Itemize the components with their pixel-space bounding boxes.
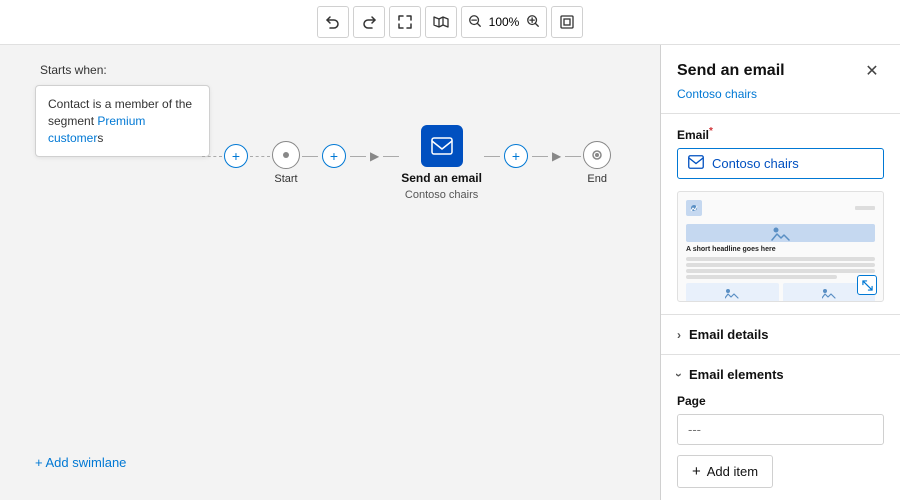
email-node-label: Send an email	[401, 171, 482, 185]
solid-connector-6	[565, 156, 581, 157]
preview-text-lines	[686, 257, 875, 279]
email-details-section: › Email details	[661, 314, 900, 354]
right-panel: Send an email ✕ Contoso chairs Email* Co…	[660, 45, 900, 500]
close-button[interactable]: ✕	[860, 59, 884, 83]
email-elements-label: Email elements	[689, 367, 784, 382]
email-elements-header[interactable]: › Email elements	[661, 355, 900, 394]
arrow-right-2: ▶	[552, 149, 561, 163]
redo-button[interactable]	[353, 6, 385, 38]
map-button[interactable]	[425, 6, 457, 38]
panel-title: Send an email	[677, 62, 785, 80]
trigger-text-2: s	[97, 131, 103, 145]
expand-button[interactable]	[389, 6, 421, 38]
end-label: End	[587, 173, 607, 185]
email-preview[interactable]: A short headline goes here	[677, 191, 884, 302]
preview-header	[686, 200, 875, 220]
mail-icon	[688, 155, 704, 172]
email-node[interactable]: Send an email Contoso chairs	[401, 125, 482, 201]
close-icon: ✕	[865, 61, 878, 81]
panel-header: Send an email ✕	[661, 45, 900, 87]
end-circle	[583, 141, 611, 169]
preview-hero	[686, 224, 875, 242]
email-details-chevron: ›	[677, 328, 681, 342]
email-elements-chevron: ›	[672, 373, 686, 377]
add-swimlane-label: + Add swimlane	[35, 455, 126, 470]
email-section: Email* Contoso chairs	[661, 114, 900, 191]
add-item-plus-icon: +	[692, 463, 701, 480]
fit-button[interactable]	[551, 6, 583, 38]
email-details-header[interactable]: › Email details	[661, 315, 900, 354]
solid-connector-5	[532, 156, 548, 157]
starts-when-label: Starts when:	[40, 63, 107, 77]
email-field-label: Email*	[677, 126, 884, 142]
zoom-value: 100%	[486, 15, 523, 29]
email-details-label: Email details	[689, 327, 768, 342]
undo-button[interactable]	[317, 6, 349, 38]
dashed-connector-1	[202, 156, 222, 157]
solid-connector-3	[383, 156, 399, 157]
panel-subtitle[interactable]: Contoso chairs	[661, 87, 900, 113]
page-clear-button[interactable]: ✕	[874, 421, 884, 438]
preview-card-1	[686, 283, 779, 302]
end-node: End	[583, 141, 611, 185]
page-input[interactable]	[678, 415, 874, 444]
solid-connector-2	[350, 156, 366, 157]
preview-expand-button[interactable]	[857, 275, 877, 295]
start-label: Start	[274, 173, 297, 185]
add-item-label: Add item	[707, 464, 758, 479]
zoom-in-button[interactable]	[524, 14, 542, 31]
email-value: Contoso chairs	[712, 156, 799, 171]
start-circle	[272, 141, 300, 169]
start-node: Start	[272, 141, 300, 185]
preview-cards	[686, 283, 875, 302]
email-elements-section: › Email elements Page ✕ + Add item	[661, 354, 900, 500]
toolbar: 100%	[0, 0, 900, 45]
zoom-control[interactable]: 100%	[461, 6, 548, 38]
trigger-box[interactable]: Contact is a member of the segment Premi…	[35, 85, 210, 157]
add-item-button[interactable]: + Add item	[677, 455, 773, 488]
add-node-button-2[interactable]: +	[322, 144, 346, 168]
zoom-out-button[interactable]	[466, 14, 484, 31]
preview-inner: A short headline goes here	[678, 192, 883, 301]
add-swimlane-button[interactable]: + Add swimlane	[35, 455, 126, 470]
flow-diagram: + Start + ▶	[200, 125, 611, 201]
email-node-icon[interactable]	[421, 125, 463, 167]
solid-connector-1	[302, 156, 318, 157]
email-input[interactable]: Contoso chairs	[677, 148, 884, 179]
solid-connector-4	[484, 156, 500, 157]
email-elements-body: Page ✕ + Add item	[661, 394, 900, 500]
add-node-button-1[interactable]: +	[224, 144, 248, 168]
page-field[interactable]: ✕	[677, 414, 884, 445]
arrow-right: ▶	[370, 149, 379, 163]
add-node-button-3[interactable]: +	[504, 144, 528, 168]
canvas[interactable]: Starts when: Contact is a member of the …	[0, 45, 660, 500]
preview-headline: A short headline goes here	[686, 246, 875, 253]
dashed-connector-2	[250, 156, 270, 157]
page-label: Page	[677, 394, 884, 408]
email-node-sublabel: Contoso chairs	[405, 189, 478, 201]
main-content: Starts when: Contact is a member of the …	[0, 45, 900, 500]
